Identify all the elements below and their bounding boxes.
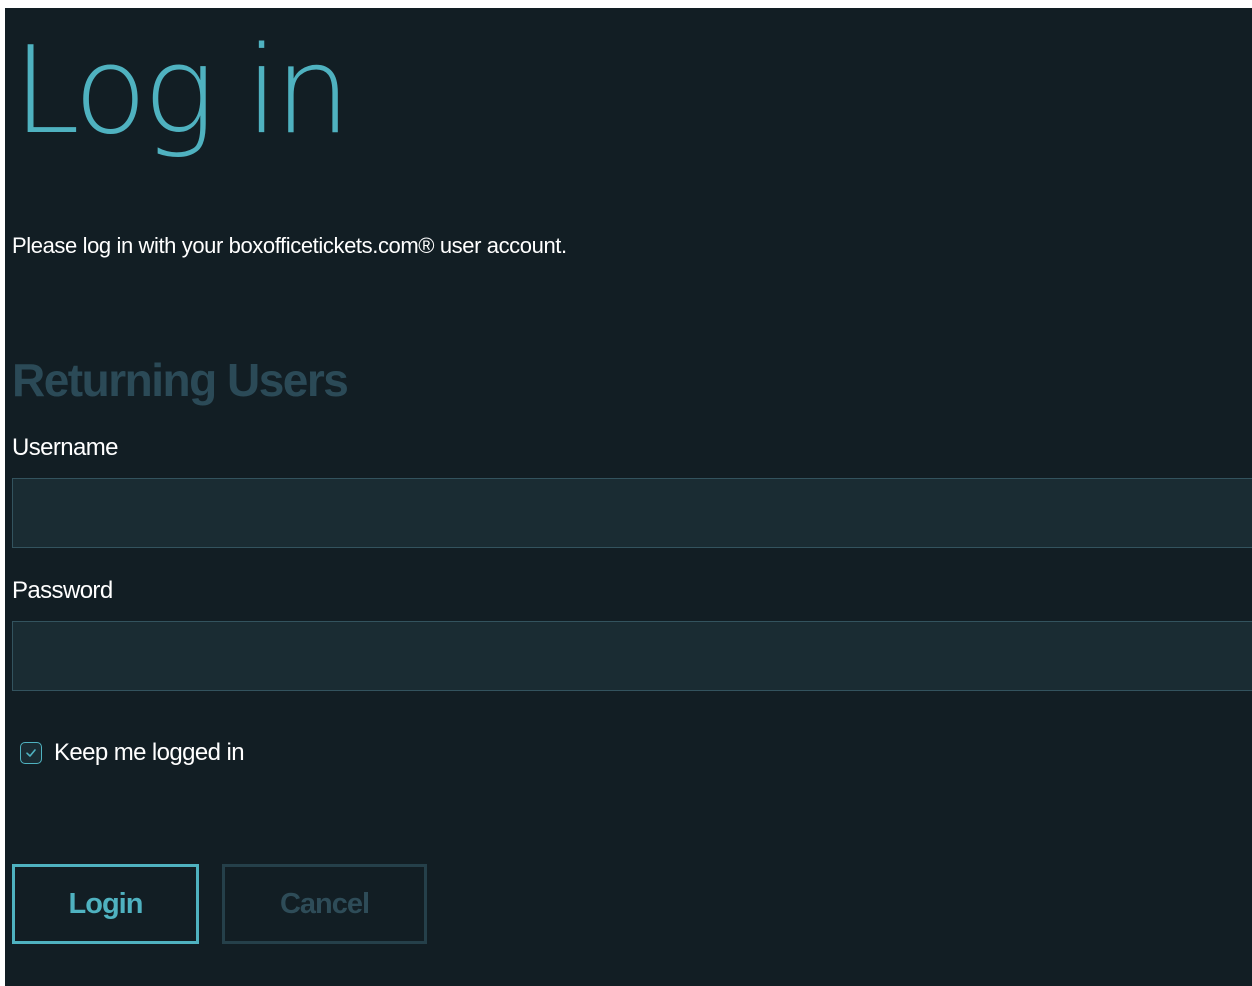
login-button[interactable]: Login	[12, 864, 199, 944]
username-input[interactable]	[12, 478, 1252, 548]
check-icon	[26, 749, 36, 757]
keep-logged-in-label: Keep me logged in	[54, 739, 245, 766]
page-title: Log in	[13, 22, 351, 161]
keep-logged-in-checkbox[interactable]	[20, 742, 42, 764]
intro-text: Please log in with your boxofficetickets…	[12, 233, 567, 258]
password-input[interactable]	[12, 621, 1252, 691]
password-label: Password	[12, 577, 113, 604]
cancel-button[interactable]: Cancel	[222, 864, 427, 944]
login-page: Log in Please log in with your boxoffice…	[5, 8, 1252, 986]
keep-logged-in-row[interactable]: Keep me logged in	[20, 736, 245, 770]
returning-users-heading: Returning Users	[12, 354, 349, 406]
username-label: Username	[12, 434, 119, 461]
